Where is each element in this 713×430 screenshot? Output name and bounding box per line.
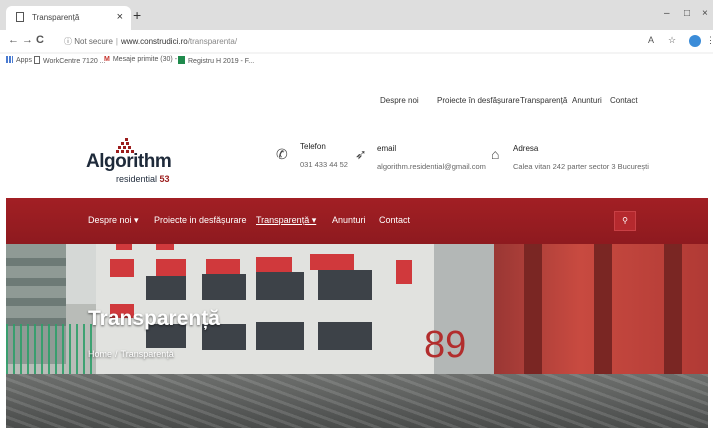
home-icon: ⌂ xyxy=(491,146,500,162)
page-icon xyxy=(16,12,24,22)
breadcrumb-home[interactable]: Home xyxy=(88,349,112,359)
top-link-contact[interactable]: Contact xyxy=(610,96,638,105)
hero-building-grey xyxy=(434,244,494,394)
bookmark-registru[interactable]: Registru H 2019 - F... xyxy=(178,56,254,65)
nav-despre-noi[interactable]: Despre noi ▾ xyxy=(88,215,139,226)
main-nav: Despre noi ▾ Proiecte in desfășurare Tra… xyxy=(6,198,708,244)
url-field[interactable]: ⓘ Not secure | www.construdici.ro/transpar… xyxy=(64,36,237,47)
bookmark-workcentre[interactable]: WorkCentre 7120 ... xyxy=(34,56,106,65)
maximize-button[interactable]: □ xyxy=(684,8,690,19)
phone-icon: ✆ xyxy=(276,146,288,162)
contact-address-value: Calea vitan 242 parter sector 3 Bucureșt… xyxy=(513,162,649,171)
url-path: /transparenta/ xyxy=(187,37,238,46)
top-link-despre[interactable]: Despre noi xyxy=(380,96,419,105)
nav-transparenta[interactable]: Transparență ▾ xyxy=(256,215,316,226)
contact-email-label: email xyxy=(377,144,397,153)
tab-bar: Transparență × + – □ × xyxy=(0,0,713,30)
bookmark-star-icon[interactable]: ☆ xyxy=(668,35,676,46)
top-link-transparenta[interactable]: Transparență xyxy=(520,96,567,105)
contact-phone-value[interactable]: 031 433 44 52 xyxy=(300,160,348,169)
contact-phone-label: Telefon xyxy=(300,142,326,151)
browser-chrome: Transparență × + – □ × ← → C ⓘ Not secur… xyxy=(0,0,713,68)
building-number: 89 xyxy=(424,324,467,366)
paper-plane-icon: ➶ xyxy=(355,146,367,162)
menu-icon[interactable]: ⋮ xyxy=(706,35,713,46)
reload-icon[interactable]: C xyxy=(36,34,44,46)
logo-sub-text: residential xyxy=(116,174,158,184)
tab-title: Transparență xyxy=(32,13,80,22)
top-link-proiecte[interactable]: Proiecte în desfășurare xyxy=(437,96,520,105)
nav-contact[interactable]: Contact xyxy=(379,215,410,225)
tab-close-icon[interactable]: × xyxy=(117,11,123,23)
site-logo[interactable]: Algorithm residential 53 xyxy=(86,138,176,188)
bookmark-label: Registru H 2019 - F... xyxy=(188,58,255,65)
contact-address-label: Adresa xyxy=(513,144,539,153)
gmail-icon: M xyxy=(104,56,110,63)
hero-banner: 89 Transparență Home / Transparență xyxy=(6,244,708,428)
logo-sub-number: 53 xyxy=(159,174,170,184)
breadcrumb: Home / Transparență xyxy=(88,349,174,359)
back-icon[interactable]: ← xyxy=(8,34,19,46)
nav-proiecte[interactable]: Proiecte in desfășurare xyxy=(154,215,247,225)
bookmark-label: Apps xyxy=(16,57,32,64)
extension-icon[interactable]: A xyxy=(648,35,654,45)
bookmark-apps[interactable]: Apps xyxy=(6,56,32,64)
logo-subtitle: residential 53 xyxy=(116,174,170,184)
info-icon: ⓘ xyxy=(64,37,72,46)
page-title: Transparență xyxy=(88,307,220,330)
hero-ground xyxy=(6,374,708,428)
bookmark-label: Mesaje primite (30) - ... xyxy=(112,56,185,63)
profile-avatar[interactable] xyxy=(689,35,701,47)
browser-tab[interactable]: Transparență × xyxy=(6,6,131,30)
url-host: www.construdici.ro xyxy=(121,37,188,46)
security-label: Not secure xyxy=(74,37,113,46)
top-link-anunturi[interactable]: Anunturi xyxy=(572,96,602,105)
breadcrumb-separator: / xyxy=(115,349,118,359)
minimize-button[interactable]: – xyxy=(664,8,670,19)
close-window-button[interactable]: × xyxy=(702,8,708,19)
apps-grid-icon xyxy=(6,56,13,63)
sheets-icon xyxy=(178,56,185,64)
bookmarks-bar: Apps WorkCentre 7120 ... M Mesaje primite… xyxy=(0,54,713,68)
bookmark-gmail[interactable]: M Mesaje primite (30) - ... xyxy=(104,56,185,63)
search-icon[interactable]: ⚲ xyxy=(614,211,636,231)
forward-icon[interactable]: → xyxy=(22,34,33,46)
page-icon xyxy=(34,56,40,64)
bookmark-label: WorkCentre 7120 ... xyxy=(43,58,106,65)
breadcrumb-current: Transparență xyxy=(120,349,174,359)
address-bar-row: ← → C ⓘ Not secure | www.construdici.ro/tr… xyxy=(0,30,713,52)
contact-email-value[interactable]: algorithm.residential@gmail.com xyxy=(377,162,486,171)
new-tab-button[interactable]: + xyxy=(133,7,141,23)
nav-anunturi[interactable]: Anunturi xyxy=(332,215,366,225)
logo-name: Algorithm xyxy=(86,151,172,172)
